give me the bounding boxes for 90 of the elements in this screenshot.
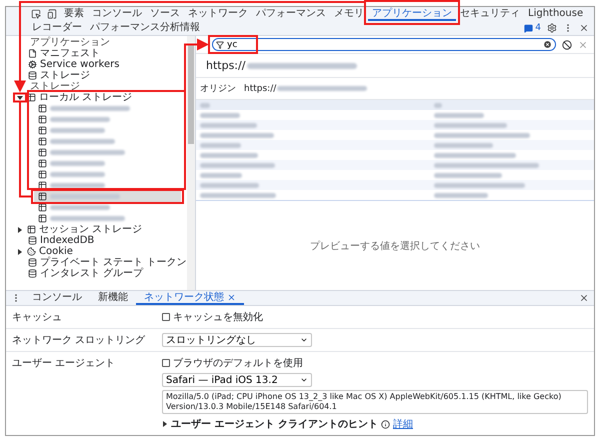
panel-tab[interactable]: メモリ: [330, 7, 368, 21]
table-icon: [38, 148, 47, 157]
tree-item[interactable]: マニフェスト: [6, 48, 187, 59]
caret-icon: [300, 376, 308, 384]
table-icon: [38, 126, 47, 135]
inspect-icon[interactable]: [31, 9, 41, 19]
storage-origin-item[interactable]: [34, 191, 181, 202]
section-title: アプリケーション: [29, 37, 111, 48]
filter-input[interactable]: yc: [227, 40, 540, 50]
filter-icon: [216, 40, 224, 48]
tree-item[interactable]: IndexedDB: [6, 235, 187, 246]
panel-tab[interactable]: Lighthouse: [524, 7, 588, 21]
collapse-triangle-icon[interactable]: [17, 94, 23, 100]
panel-tab[interactable]: アプリケーション: [368, 7, 456, 21]
panel-tab[interactable]: パフォーマンス: [252, 7, 330, 21]
database-icon: [28, 269, 37, 278]
redacted-text: [50, 139, 115, 144]
setting-label: キャッシュ: [12, 311, 63, 324]
empty-message: プレビューする値を選択してください: [310, 240, 480, 252]
table-icon: [38, 181, 47, 190]
panel-tab[interactable]: ソース: [146, 7, 184, 21]
panel-tab[interactable]: レコーダー: [28, 21, 86, 35]
redacted-text: [50, 205, 110, 210]
close-icon[interactable]: [579, 293, 589, 303]
tree-item[interactable]: Cookie: [6, 246, 187, 257]
redacted-text: [50, 161, 105, 166]
table-icon: [38, 203, 47, 212]
panel-tab[interactable]: パフォーマンス分析情報: [86, 21, 204, 35]
drawer-tab[interactable]: 新機能: [90, 291, 136, 305]
details-link[interactable]: 詳細: [392, 417, 413, 431]
table-icon: [27, 93, 36, 102]
close-icon[interactable]: [227, 292, 236, 302]
redacted-text: [50, 183, 105, 188]
expand-triangle-icon[interactable]: [17, 226, 23, 232]
database-icon: [28, 258, 37, 267]
tree-item[interactable]: セッション ストレージ: [6, 224, 187, 235]
drawer-tab[interactable]: ネットワーク状態: [136, 291, 244, 305]
checkbox-option[interactable]: キャッシュを無効化: [162, 310, 588, 324]
panel-tab[interactable]: ネットワーク: [184, 7, 252, 21]
delete-icon[interactable]: [578, 40, 588, 50]
redacted-text: [50, 128, 105, 133]
gears-icon: [28, 60, 37, 69]
setting-label: ユーザー エージェント: [12, 357, 116, 371]
database-icon: [28, 71, 37, 80]
drawer-tab[interactable]: コンソール: [24, 291, 90, 305]
table-icon: [38, 115, 47, 124]
redacted-text: [50, 172, 105, 177]
clear-icon[interactable]: [543, 40, 552, 49]
redacted-text: [50, 194, 120, 199]
tree-item[interactable]: ローカル ストレージ: [6, 92, 187, 103]
file-icon: [28, 49, 37, 58]
device-icon[interactable]: [47, 9, 57, 19]
table-icon: [38, 192, 47, 201]
filter-field[interactable]: yc: [212, 38, 556, 51]
dropdown[interactable]: Safari — iPad iOS 13.2: [162, 373, 312, 387]
setting-label: ネットワーク スロットリング: [12, 334, 146, 347]
caret-icon: [300, 336, 308, 344]
user-agent-field[interactable]: Mozilla/5.0 (iPad; CPU iPhone OS 13_2_3 like Mac OS X) AppleWebKit/605.1.15 (KHTML, like Gecko) Version/13.0.3 Mobile/15E148 Safari/604.1: [162, 390, 588, 414]
section-title: ストレージ: [29, 81, 81, 92]
settings-icon[interactable]: [547, 23, 557, 33]
panel-tab[interactable]: セキュリティ: [456, 7, 524, 21]
dropdown[interactable]: スロットリングなし: [162, 333, 312, 347]
table-icon: [38, 159, 47, 168]
table-icon: [27, 225, 36, 234]
tree-item[interactable]: ストレージ: [6, 70, 187, 81]
panel-tab[interactable]: コンソール: [88, 7, 146, 21]
expand-triangle-icon[interactable]: [17, 248, 23, 254]
redacted-text: [50, 117, 110, 122]
message-icon: [524, 24, 534, 32]
disclosure-label[interactable]: ユーザー エージェント クライアントのヒント: [171, 417, 378, 431]
origin-heading: https://: [206, 59, 246, 72]
table-icon: [38, 170, 47, 179]
checkbox-option[interactable]: ブラウザのデフォルトを使用: [162, 356, 588, 370]
table-icon: [38, 137, 47, 146]
panel-tab[interactable]: 要素: [60, 7, 88, 21]
origin-value: https://: [244, 84, 276, 94]
cookie-icon: [27, 247, 36, 256]
origin-label: オリジン: [200, 83, 236, 95]
table-icon: [38, 104, 47, 113]
issues-counter[interactable]: 4: [521, 23, 544, 33]
close-icon[interactable]: [579, 23, 589, 33]
tree-item[interactable]: Service workers: [6, 59, 187, 70]
block-icon[interactable]: [562, 40, 572, 50]
info-icon: [380, 420, 390, 428]
database-icon: [28, 236, 37, 245]
table-icon: [38, 214, 47, 223]
tree-item[interactable]: インタレスト グループ: [6, 268, 187, 279]
tree-item[interactable]: プライベート ステート トークン: [6, 257, 187, 268]
expand-triangle-icon[interactable]: [162, 421, 168, 427]
scrollbar[interactable]: [187, 36, 195, 290]
